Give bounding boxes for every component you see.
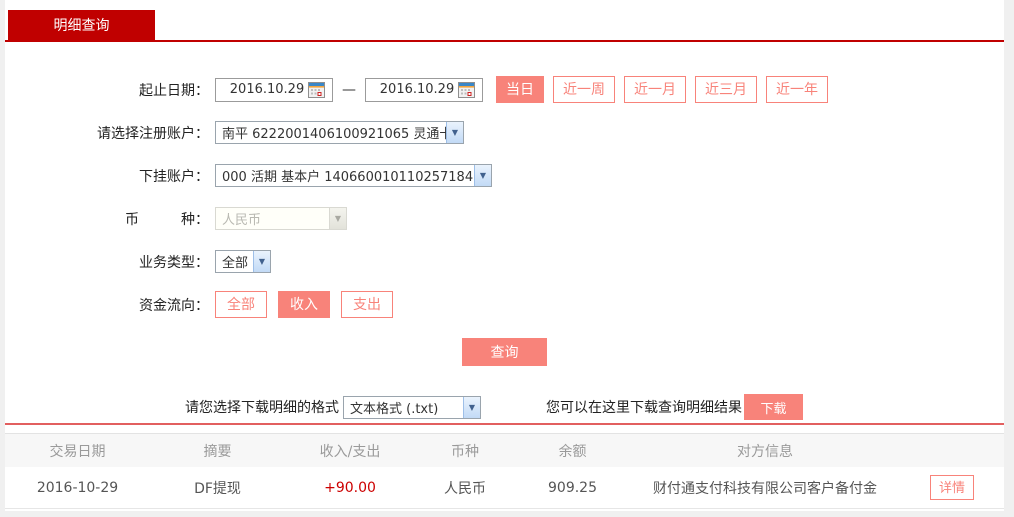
date-from-field[interactable] [215,77,333,102]
quick-button-today[interactable]: 当日 [496,76,544,103]
cell-actions: 详情 [900,474,1004,501]
table-header-row: 交易日期 摘要 收入/支出 币种 余额 对方信息 [5,433,1004,467]
currency-row: 币 种： 人民币 ▼ [5,197,1004,240]
fund-flow-buttons: 全部 收入 支出 [215,291,404,318]
currency-select: 人民币 ▼ [215,207,347,230]
results-table: 交易日期 摘要 收入/支出 币种 余额 对方信息 2016-10-29 DF提现… [5,433,1004,509]
cell-counterparty: 财付通支付科技有限公司客户备付金 [653,480,877,497]
fund-flow-all-button[interactable]: 全部 [215,291,267,318]
tab-detail-query[interactable]: 明细查询 [8,10,155,40]
chevron-down-icon: ▼ [474,165,491,186]
quick-button-month[interactable]: 近一月 [624,76,686,103]
sub-account-row: 下挂账户： 000 活期 基本户 1406600101102571848 ▼ [5,154,1004,197]
calendar-icon[interactable] [458,81,475,98]
date-to-input[interactable] [376,82,458,97]
quick-button-week[interactable]: 近一周 [553,76,615,103]
register-account-select[interactable]: 南平 6222001406100921065 灵通卡 ▼ [215,121,464,144]
sub-account-select[interactable]: 000 活期 基本户 1406600101102571848 ▼ [215,164,492,187]
cell-trade-date: 2016-10-29 [36,479,119,496]
detail-button[interactable]: 详情 [929,474,974,501]
date-separator: — [342,81,356,98]
cell-currency: 人民币 [444,480,486,497]
business-type-select[interactable]: 全部 ▼ [215,250,271,273]
query-button[interactable]: 查询 [462,338,547,366]
business-type-row: 业务类型： 全部 ▼ [5,240,1004,283]
date-from-input[interactable] [226,82,308,97]
cell-summary: DF提现 [194,480,241,497]
fund-flow-income-button[interactable]: 收入 [278,291,330,318]
download-format-select[interactable]: 文本格式 (.txt) ▼ [343,395,481,419]
register-account-label: 请选择注册账户： [97,125,209,142]
fund-flow-row: 资金流向： 全部 收入 支出 [5,283,1004,326]
register-account-row: 请选择注册账户： 南平 6222001406100921065 灵通卡 ▼ [5,111,1004,154]
red-divider [5,423,1004,425]
fund-flow-expense-button[interactable]: 支出 [341,291,393,318]
quick-button-quarter[interactable]: 近三月 [695,76,757,103]
date-range-label: 起止日期： [139,82,209,99]
cell-amount: +90.00 [324,479,376,496]
table-row: 2016-10-29 DF提现 +90.00 人民币 909.25 财付通支付科… [5,467,1004,509]
date-to-field[interactable] [365,77,483,102]
header-counterparty: 对方信息 [737,443,793,460]
quick-date-buttons: 当日 近一周 近一月 近三月 近一年 [496,76,837,103]
download-hint: 您可以在这里下载查询明细结果 [546,400,742,416]
tab-bar: 明细查询 [5,0,1004,42]
chevron-down-icon: ▼ [446,122,463,143]
header-summary: 摘要 [203,443,232,460]
download-format-value: 文本格式 (.txt) [350,401,439,417]
calendar-icon[interactable] [308,81,325,98]
query-form: 起止日期： — [5,42,1004,366]
date-range-row: 起止日期： — [5,68,1004,111]
quick-button-year[interactable]: 近一年 [766,76,828,103]
sub-account-value: 000 活期 基本户 1406600101102571848 [222,170,474,185]
currency-value: 人民币 [222,213,262,228]
page: 明细查询 起止日期： 2016.10.29 — 2016.10.29 当日 近一… [0,0,1014,517]
query-button-row: 查询 [5,338,1004,366]
download-row: 请您选择下载明细的格式 文本格式 (.txt) ▼ 您可以在这里下载查询明细结果… [5,394,1004,420]
download-button[interactable]: 下载 [744,394,803,420]
chevron-down-icon: ▼ [463,396,480,418]
sub-account-label: 下挂账户： [139,168,209,185]
download-format-label: 请您选择下载明细的格式 [185,400,339,416]
business-type-value: 全部 [222,256,249,271]
content-panel: 明细查询 起止日期： 2016.10.29 — 2016.10.29 当日 近一… [5,0,1004,511]
register-account-value: 南平 6222001406100921065 灵通卡 [222,127,446,142]
chevron-down-icon: ▼ [329,208,346,229]
tab-label: 明细查询 [53,18,110,34]
fund-flow-label: 资金流向： [139,297,209,314]
header-balance: 余额 [558,443,587,460]
header-currency: 币种 [451,443,479,460]
chevron-down-icon: ▼ [253,251,270,272]
cell-balance: 909.25 [548,479,597,496]
header-income-expense: 收入/支出 [319,443,381,460]
business-type-label: 业务类型： [139,254,209,271]
header-trade-date: 交易日期 [49,443,106,460]
currency-label: 币 种： [125,211,209,228]
